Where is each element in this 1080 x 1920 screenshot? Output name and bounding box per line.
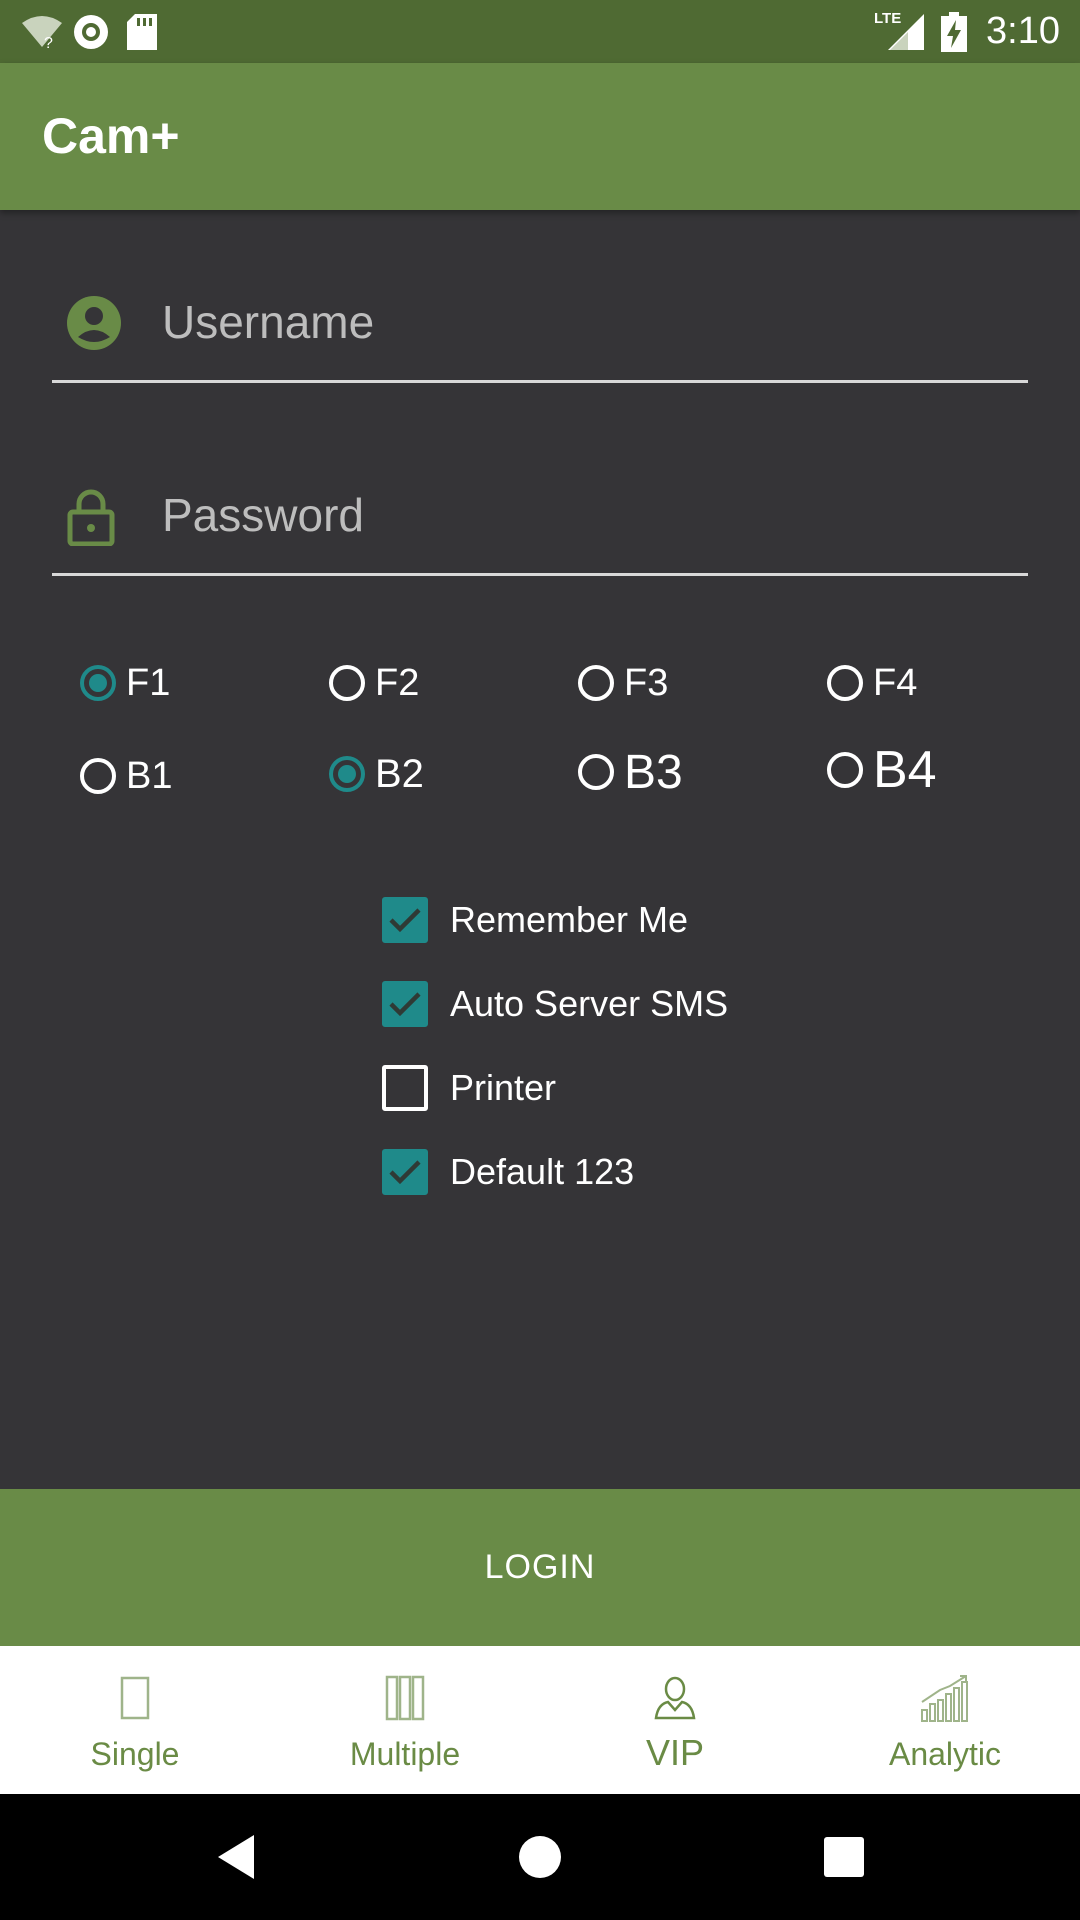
radio-f1[interactable]: F1 — [80, 653, 170, 713]
navigation-bar — [0, 1794, 1080, 1920]
radio-circle[interactable] — [827, 752, 863, 788]
username-field-container — [52, 273, 1028, 383]
tab-vip[interactable]: VIP — [540, 1646, 810, 1794]
svg-text:?: ? — [44, 35, 53, 49]
battery-charging-icon — [940, 0, 968, 63]
radio-circle[interactable] — [80, 665, 116, 701]
radio-label: B2 — [375, 751, 424, 796]
back-triangle-icon — [218, 1835, 254, 1879]
radio-circle[interactable] — [578, 754, 614, 790]
sync-circle-icon — [72, 0, 110, 63]
lock-icon — [66, 488, 126, 548]
radio-circle[interactable] — [80, 758, 116, 794]
checkbox-box[interactable] — [382, 1065, 428, 1111]
password-underline — [52, 573, 1028, 576]
single-frame-icon — [120, 1672, 150, 1724]
home-button[interactable] — [480, 1794, 600, 1920]
radio-b3[interactable]: B3 — [578, 742, 683, 802]
status-time: 3:10 — [986, 10, 1060, 52]
password-field-container — [52, 466, 1028, 576]
check-icon — [389, 1160, 421, 1185]
back-button[interactable] — [176, 1794, 296, 1920]
checkbox-box[interactable] — [382, 897, 428, 943]
username-underline — [52, 380, 1028, 383]
tab-label: Analytic — [888, 1736, 1002, 1772]
app-bar: Cam+ — [0, 63, 1080, 210]
tab-label: Multiple — [349, 1736, 461, 1772]
checkbox-auto-server-sms[interactable]: Auto Server SMS — [382, 974, 728, 1034]
checkbox-box[interactable] — [382, 981, 428, 1027]
wifi-unknown-icon: ? — [22, 0, 62, 63]
radio-label: F2 — [375, 661, 420, 704]
analytic-chart-icon — [920, 1672, 970, 1724]
radio-b4[interactable]: B4 — [827, 740, 937, 800]
radio-circle[interactable] — [827, 665, 863, 701]
recents-square-icon — [824, 1837, 864, 1877]
radio-label: B4 — [873, 741, 937, 799]
tab-single[interactable]: Single — [0, 1646, 270, 1794]
recents-button[interactable] — [784, 1794, 904, 1920]
account-circle-icon — [66, 295, 126, 355]
radio-circle[interactable] — [329, 756, 365, 792]
multiple-frames-icon — [385, 1672, 425, 1724]
check-icon — [389, 992, 421, 1017]
radio-label: F3 — [624, 661, 669, 704]
app-title: Cam+ — [42, 108, 180, 164]
radio-f2[interactable]: F2 — [329, 653, 419, 713]
tab-label: Single — [90, 1736, 180, 1772]
check-icon — [389, 908, 421, 933]
radio-label: F1 — [126, 661, 171, 704]
checkbox-label: Default 123 — [450, 1151, 635, 1192]
login-button[interactable]: LOGIN — [0, 1489, 1080, 1646]
tab-multiple[interactable]: Multiple — [270, 1646, 540, 1794]
radio-b1[interactable]: B1 — [80, 746, 172, 806]
radio-b2[interactable]: B2 — [329, 744, 424, 804]
status-bar: ? LTE 3:10 — [0, 0, 1080, 63]
password-input[interactable] — [162, 480, 1002, 550]
checkbox-default-123[interactable]: Default 123 — [382, 1142, 634, 1202]
radio-f3[interactable]: F3 — [578, 653, 668, 713]
checkbox-printer[interactable]: Printer — [382, 1058, 556, 1118]
tab-analytic[interactable]: Analytic — [810, 1646, 1080, 1794]
username-input[interactable] — [162, 287, 1002, 357]
radio-label: B3 — [624, 745, 683, 799]
sd-card-icon — [126, 0, 158, 63]
radio-circle[interactable] — [329, 665, 365, 701]
radio-label: F4 — [873, 661, 918, 704]
network-type-label: LTE — [874, 10, 902, 27]
cellular-signal-icon: LTE — [872, 0, 924, 63]
checkbox-box[interactable] — [382, 1149, 428, 1195]
checkbox-remember-me[interactable]: Remember Me — [382, 890, 688, 950]
radio-circle[interactable] — [578, 665, 614, 701]
checkbox-label: Auto Server SMS — [450, 983, 729, 1024]
bottom-tab-bar: Single Multiple VIP Analytic — [0, 1646, 1080, 1794]
home-circle-icon — [519, 1836, 561, 1878]
radio-label: B1 — [126, 754, 173, 797]
checkbox-label: Printer — [450, 1067, 557, 1108]
tab-label: VIP — [645, 1732, 705, 1773]
vip-person-icon — [654, 1672, 696, 1724]
radio-f4[interactable]: F4 — [827, 653, 917, 713]
checkbox-label: Remember Me — [450, 899, 689, 940]
